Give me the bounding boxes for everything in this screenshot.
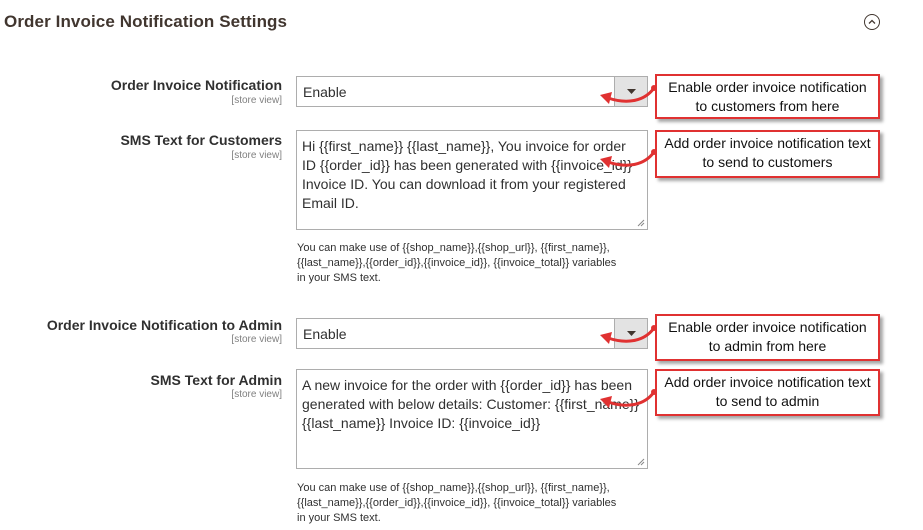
callout-admin-notification: Enable order invoice notification to adm… bbox=[655, 314, 880, 361]
section-title: Order Invoice Notification Settings bbox=[4, 12, 288, 31]
callout-customer-notification: Enable order invoice notification to cus… bbox=[655, 74, 880, 119]
order-invoice-notification-admin-value: Enable bbox=[303, 326, 347, 342]
order-invoice-notification-scope: [store view] bbox=[231, 95, 282, 106]
callout-arrow-icon bbox=[600, 85, 657, 104]
order-invoice-notification-value: Enable bbox=[303, 84, 347, 100]
sms-text-customers-note: You can make use of {{shop_name}},{{shop… bbox=[297, 242, 617, 284]
callout-arrow-icon bbox=[600, 389, 657, 408]
sms-text-customers-textarea[interactable]: Hi {{first_name}} {{last_name}}, You inv… bbox=[296, 130, 648, 230]
sms-text-customers-scope: [store view] bbox=[231, 150, 282, 161]
callout-customer-sms: Add order invoice notification text to s… bbox=[655, 130, 880, 178]
sms-text-admin-scope: [store view] bbox=[231, 389, 282, 400]
callout-arrow-icon bbox=[600, 325, 657, 344]
sms-text-admin-textarea[interactable]: A new invoice for the order with {{order… bbox=[296, 369, 648, 469]
order-invoice-notification-label: Order Invoice Notification bbox=[110, 77, 282, 93]
callout-arrow-icon bbox=[600, 149, 657, 168]
sms-text-admin-label: SMS Text for Admin bbox=[150, 372, 282, 388]
sms-text-admin-note: You can make use of {{shop_name}},{{shop… bbox=[297, 482, 617, 524]
collapse-section-button[interactable] bbox=[864, 14, 880, 30]
order-invoice-notification-admin-scope: [store view] bbox=[231, 334, 282, 345]
sms-text-customers-label: SMS Text for Customers bbox=[120, 132, 282, 148]
callout-admin-sms: Add order invoice notification text to s… bbox=[655, 369, 880, 416]
sms-text-admin-value: A new invoice for the order with {{order… bbox=[302, 377, 639, 431]
sms-text-customers-value: Hi {{first_name}} {{last_name}}, You inv… bbox=[302, 138, 633, 211]
resize-grip-icon[interactable] bbox=[637, 458, 645, 466]
order-invoice-notification-admin-label: Order Invoice Notification to Admin bbox=[46, 317, 282, 333]
resize-grip-icon[interactable] bbox=[637, 219, 645, 227]
chevron-up-icon bbox=[868, 19, 876, 24]
